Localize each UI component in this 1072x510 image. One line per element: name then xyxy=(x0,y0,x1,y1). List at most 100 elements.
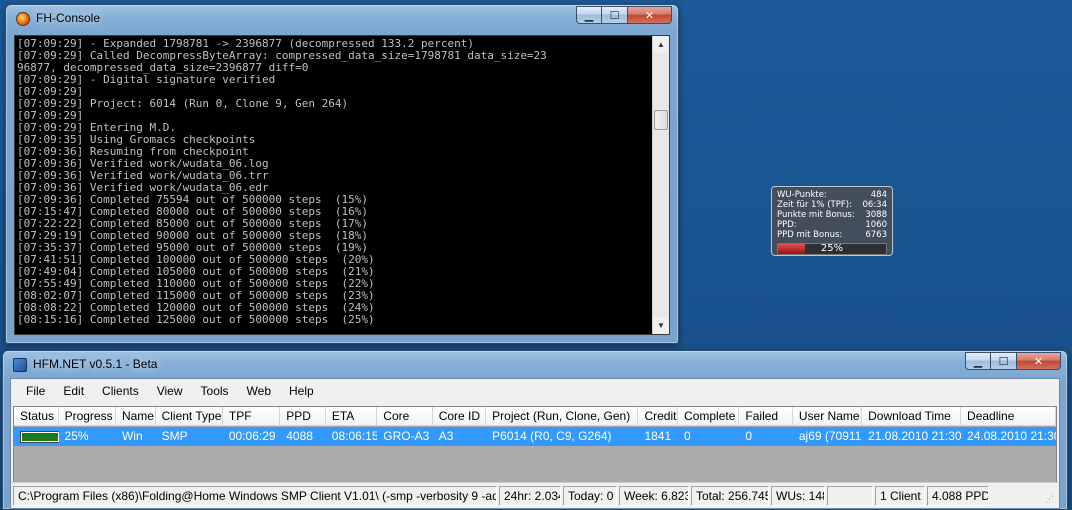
column-header-credit[interactable]: Credit xyxy=(638,407,679,425)
gadget-stat-label: PPD mit Bonus: xyxy=(777,230,843,240)
column-header-progress[interactable]: Progress xyxy=(59,407,116,425)
minimize-button[interactable]: ▁ xyxy=(576,6,602,24)
close-icon: ✕ xyxy=(1033,354,1044,368)
console-line: [08:15:16] Completed 125000 out of 50000… xyxy=(17,313,375,326)
menu-bar: File Edit Clients View Tools Web Help xyxy=(11,379,1059,403)
status-today: Today: 0 xyxy=(563,486,617,506)
status-clients: 1 Client xyxy=(875,486,925,506)
maximize-icon: ☐ xyxy=(998,354,1009,368)
status-wus: WUs: 148 xyxy=(771,486,825,506)
column-header-deadline[interactable]: Deadline xyxy=(961,407,1056,425)
cell-credit: 1841 xyxy=(644,429,672,443)
console-title: FH-Console xyxy=(36,11,101,25)
column-header-project[interactable]: Project (Run, Clone, Gen) xyxy=(486,407,639,425)
cell-complete: 0 xyxy=(684,429,691,443)
gadget-stat-label: PPD: xyxy=(777,220,797,230)
resize-grip-icon[interactable]: ⋰ xyxy=(1045,494,1057,506)
menu-clients[interactable]: Clients xyxy=(93,384,148,398)
gadget-stat-row: PPD: 1060 xyxy=(777,220,887,230)
column-header-user-name[interactable]: User Name xyxy=(793,407,863,425)
menu-web[interactable]: Web xyxy=(238,384,280,398)
gadget-stat-row: Zeit für 1% (TPF): 06:34 xyxy=(777,200,887,210)
console-output[interactable]: [07:09:29] - Expanded 1798781 -> 2396877… xyxy=(14,35,670,335)
cell-tpf: 00:06:29 xyxy=(228,429,276,443)
gadget-stat-row: WU-Punkte: 484 xyxy=(777,190,887,200)
status-ppd: 4.088 PPD xyxy=(927,486,989,506)
close-button[interactable]: ✕ xyxy=(628,6,672,24)
folding-stats-gadget[interactable]: WU-Punkte: 484 Zeit für 1% (TPF): 06:34 Punk… xyxy=(771,186,893,256)
cell-failed: 0 xyxy=(745,429,753,443)
cell-core: GRO-A3 xyxy=(383,429,430,443)
cell-download-time: 21.08.2010 21:30 xyxy=(868,429,962,443)
cell-eta: 08:06:15 xyxy=(331,429,378,443)
column-header-name[interactable]: Name xyxy=(116,407,156,425)
menu-help[interactable]: Help xyxy=(280,384,323,398)
column-header-download-time[interactable]: Download Time xyxy=(862,407,962,425)
gadget-stat-row: Punkte mit Bonus: 3088 xyxy=(777,210,887,220)
console-line: [07:09:29] - Digital signature verified xyxy=(17,73,276,86)
column-header-core[interactable]: Core xyxy=(377,407,433,425)
maximize-button[interactable]: ☐ xyxy=(991,352,1017,370)
column-header-core-id[interactable]: Core ID xyxy=(433,407,487,425)
hfm-titlebar[interactable]: HFM.NET v0.5.1 - Beta ▁ ☐ ✕ xyxy=(3,351,1067,377)
close-button[interactable]: ✕ xyxy=(1017,352,1061,370)
console-scrollbar[interactable]: ▲ ▼ xyxy=(652,36,669,334)
scroll-thumb[interactable] xyxy=(654,110,668,130)
status-blank xyxy=(827,486,873,506)
column-header-status[interactable]: Status xyxy=(14,407,59,425)
minimize-icon: ▁ xyxy=(584,8,594,22)
fh-console-window: FH-Console ▁ ☐ ✕ [07:09:29] - Expanded 1… xyxy=(5,4,679,344)
column-header-failed[interactable]: Failed xyxy=(739,407,793,425)
scroll-down-icon[interactable]: ▼ xyxy=(653,317,669,334)
console-line: [07:09:29] Project: 6014 (Run 0, Clone 9… xyxy=(17,97,349,110)
status-24hr: 24hr: 2.034 xyxy=(499,486,561,506)
column-header-tpf[interactable]: TPF xyxy=(223,407,281,425)
grid-header: Status Progress Name Client Type TPF PPD ETA Co… xyxy=(14,407,1056,426)
gadget-stat-value: 484 xyxy=(870,190,887,200)
column-header-eta[interactable]: ETA xyxy=(326,407,378,425)
table-row[interactable]: 25% Win SMP 00:06:29 4088 08:06:15 GRO-A3 A3 P60… xyxy=(14,427,1056,446)
gadget-stat-label: Zeit für 1% (TPF): xyxy=(777,200,852,210)
status-color-fill xyxy=(22,433,58,441)
hfm-window: HFM.NET v0.5.1 - Beta ▁ ☐ ✕ File Edit Clie… xyxy=(2,350,1068,510)
clients-grid[interactable]: Status Progress Name Client Type TPF PPD ETA Co… xyxy=(13,406,1057,494)
console-titlebar[interactable]: FH-Console ▁ ☐ ✕ xyxy=(6,5,678,31)
gadget-stat-value: 6763 xyxy=(865,230,887,240)
menu-edit[interactable]: Edit xyxy=(54,384,93,398)
gadget-progress-label: 25% xyxy=(820,243,844,254)
folding-home-icon xyxy=(16,12,30,26)
gadget-stat-value: 3088 xyxy=(865,210,887,220)
console-log: [07:09:29] - Expanded 1798781 -> 2396877… xyxy=(17,38,657,334)
gadget-stat-value: 06:34 xyxy=(862,200,888,210)
menu-view[interactable]: View xyxy=(148,384,192,398)
menu-tools[interactable]: Tools xyxy=(192,384,238,398)
cell-ppd: 4088 xyxy=(286,429,313,443)
status-bar: C:\Program Files (x86)\Folding@Home Wind… xyxy=(11,482,1059,508)
minimize-button[interactable]: ▁ xyxy=(965,352,991,370)
status-week: Week: 6.823 xyxy=(619,486,689,506)
column-header-client-type[interactable]: Client Type xyxy=(156,407,223,425)
cell-name: Win xyxy=(121,429,143,443)
hfm-client-area: File Edit Clients View Tools Web Help Status Pr… xyxy=(10,378,1060,509)
gadget-stat-label: WU-Punkte: xyxy=(777,190,827,200)
gadget-stat-label: Punkte mit Bonus: xyxy=(777,210,855,220)
maximize-button[interactable]: ☐ xyxy=(602,6,628,24)
column-header-complete[interactable]: Complete xyxy=(678,407,740,425)
gadget-stat-value: 1060 xyxy=(865,220,887,230)
cell-user-name: aj69 (70911) xyxy=(798,429,863,443)
maximize-icon: ☐ xyxy=(609,8,620,22)
status-indicator xyxy=(14,427,59,446)
status-color-box xyxy=(20,431,59,443)
cell-progress: 25% xyxy=(64,429,89,443)
gadget-progress-bar: 25% xyxy=(777,243,887,255)
cell-client-type: SMP xyxy=(161,429,188,443)
column-header-ppd[interactable]: PPD xyxy=(280,407,326,425)
status-total: Total: 256.745 xyxy=(691,486,769,506)
menu-file[interactable]: File xyxy=(17,384,54,398)
hfm-app-icon xyxy=(13,358,27,372)
scroll-up-icon[interactable]: ▲ xyxy=(653,36,669,53)
close-icon: ✕ xyxy=(644,8,655,22)
minimize-icon: ▁ xyxy=(973,354,983,368)
status-path: C:\Program Files (x86)\Folding@Home Wind… xyxy=(13,486,497,506)
cell-core-id: A3 xyxy=(438,429,454,443)
